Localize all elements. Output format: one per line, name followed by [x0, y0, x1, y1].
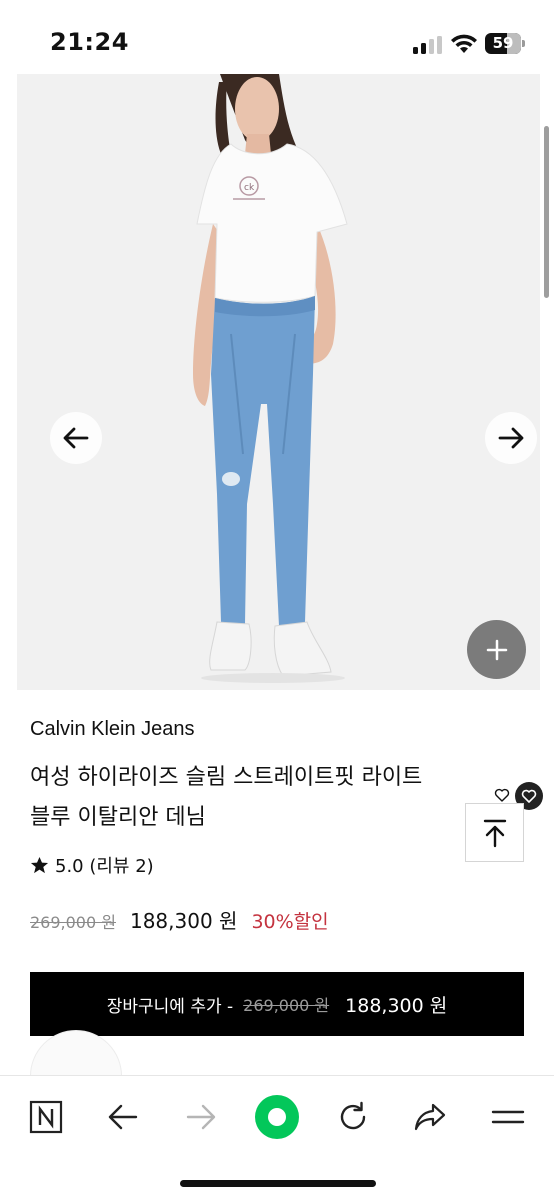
add-button[interactable] [467, 620, 526, 679]
green-dot-button[interactable] [252, 1092, 302, 1142]
naver-home-button[interactable] [21, 1092, 71, 1142]
plus-icon [486, 639, 507, 660]
browser-refresh-button[interactable] [328, 1092, 378, 1142]
browser-forward-button[interactable] [176, 1092, 226, 1142]
carousel-prev-button[interactable] [50, 412, 102, 464]
arrow-right-icon [186, 1104, 216, 1130]
naver-n-icon [29, 1100, 63, 1134]
product-image-carousel[interactable]: ck [17, 74, 540, 690]
battery-icon: 59 [485, 33, 525, 54]
price-row: 269,000 원 188,300 원 30%할인 [30, 905, 329, 934]
browser-share-button[interactable] [405, 1092, 455, 1142]
cellular-signal-icon [413, 36, 443, 54]
scroll-to-top-button[interactable] [465, 803, 524, 862]
rating[interactable]: 5.0 (리뷰 2) [30, 852, 154, 878]
arrow-left-icon [63, 427, 89, 449]
status-bar: 21:24 59 [0, 0, 554, 74]
hamburger-menu-icon [491, 1110, 525, 1124]
browser-back-button[interactable] [98, 1092, 148, 1142]
star-icon [30, 856, 49, 873]
discount-badge: 30%할인 [251, 911, 329, 933]
status-time: 21:24 [50, 28, 129, 56]
heart-icon [521, 789, 537, 803]
brand-name[interactable]: Calvin Klein Jeans [30, 718, 195, 741]
arrow-right-icon [498, 427, 524, 449]
svg-text:ck: ck [244, 183, 255, 193]
wishlist-outline-button[interactable] [494, 787, 510, 803]
wifi-icon [450, 33, 478, 55]
scrollbar[interactable] [544, 126, 549, 298]
refresh-icon [340, 1101, 366, 1130]
add-to-cart-button[interactable]: 장바구니에 추가 - 269,000 원 188,300 원 [30, 972, 524, 1036]
carousel-next-button[interactable] [485, 412, 537, 464]
home-indicator[interactable] [180, 1180, 376, 1187]
rating-text: 5.0 (리뷰 2) [55, 856, 154, 877]
green-dot-icon [255, 1095, 299, 1139]
product-photo: ck [193, 74, 348, 683]
product-detail-screen: 21:24 59 ck Calvin Klein Jeans 여성 하이라이즈 … [0, 0, 554, 1200]
cart-button-label: 장바구니에 추가 - [106, 996, 234, 1017]
arrow-up-to-top-icon [483, 819, 506, 847]
product-title-line2: 블루 이탈리안 데님 [30, 805, 206, 830]
share-icon [414, 1103, 446, 1131]
sale-price: 188,300 원 [129, 909, 238, 933]
heart-icon [494, 788, 510, 802]
product-title: 여성 하이라이즈 슬림 스트레이트핏 라이트 블루 이탈리안 데님 [30, 758, 480, 838]
battery-level: 59 [492, 34, 514, 52]
original-price: 269,000 원 [30, 913, 116, 932]
browser-menu-button[interactable] [483, 1092, 533, 1142]
cart-sale-price: 188,300 원 [345, 994, 448, 1017]
product-title-line1: 여성 하이라이즈 슬림 스트레이트핏 라이트 [30, 765, 423, 790]
arrow-left-icon [108, 1104, 138, 1130]
cart-original-price: 269,000 원 [243, 996, 330, 1015]
